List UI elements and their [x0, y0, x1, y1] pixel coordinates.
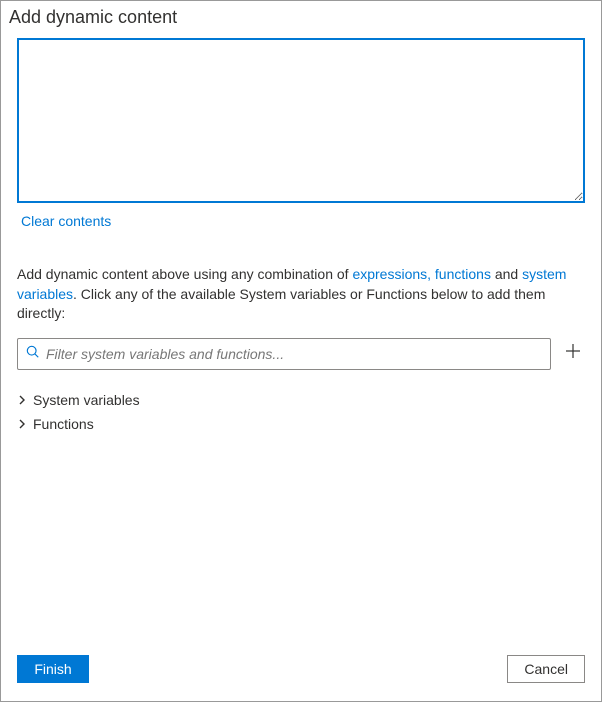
tree-item-functions[interactable]: Functions [17, 412, 585, 436]
search-icon [26, 345, 40, 362]
chevron-right-icon [17, 392, 27, 408]
add-button[interactable] [561, 342, 585, 366]
search-row [17, 338, 585, 370]
help-text: Add dynamic content above using any comb… [17, 265, 585, 324]
cancel-button[interactable]: Cancel [507, 655, 585, 683]
finish-button[interactable]: Finish [17, 655, 89, 683]
chevron-right-icon [17, 416, 27, 432]
expressions-functions-link[interactable]: expressions, functions [352, 266, 491, 282]
tree: System variables Functions [17, 388, 585, 436]
plus-icon [564, 342, 582, 366]
help-suffix: . Click any of the available System vari… [17, 286, 545, 322]
help-middle: and [491, 266, 522, 282]
search-input[interactable] [40, 346, 542, 362]
dialog-title: Add dynamic content [1, 1, 601, 38]
tree-item-label: Functions [33, 416, 94, 432]
dialog-footer: Finish Cancel [1, 645, 601, 701]
tree-item-label: System variables [33, 392, 140, 408]
clear-contents-link[interactable]: Clear contents [21, 213, 585, 229]
search-field-wrap[interactable] [17, 338, 551, 370]
dialog-content: Clear contents Add dynamic content above… [1, 38, 601, 645]
tree-item-system-variables[interactable]: System variables [17, 388, 585, 412]
dynamic-content-editor[interactable] [17, 38, 585, 203]
help-prefix: Add dynamic content above using any comb… [17, 266, 352, 282]
